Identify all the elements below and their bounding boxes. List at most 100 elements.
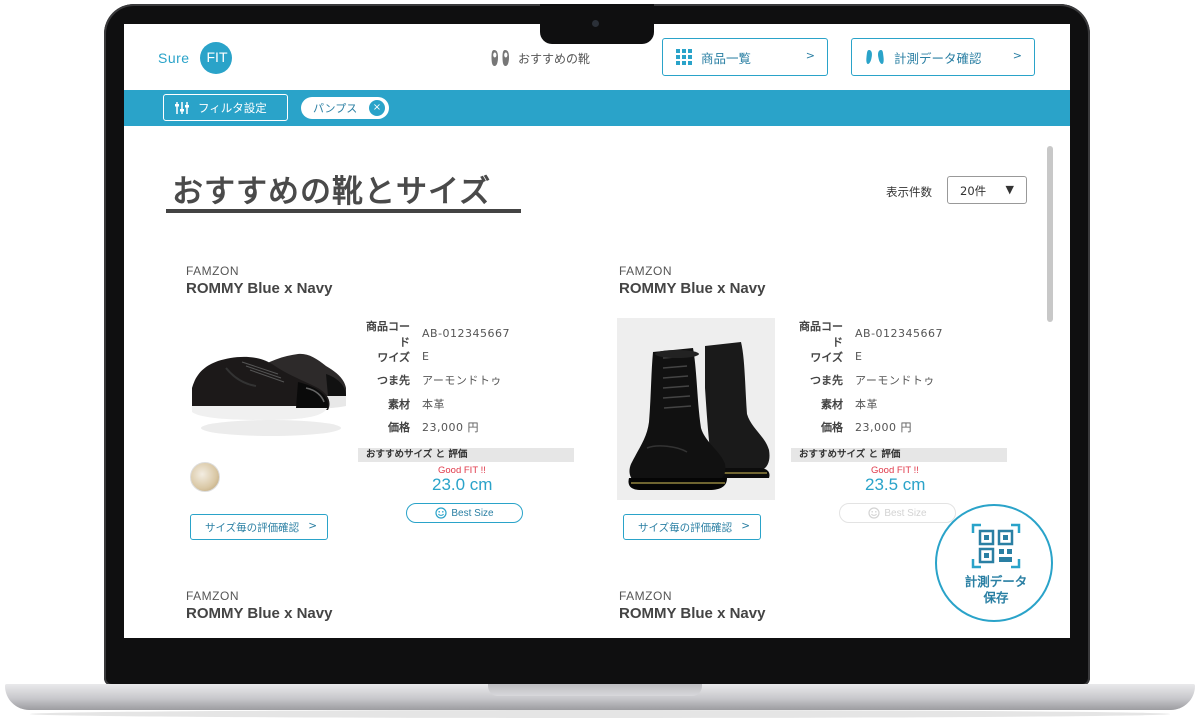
footprints-icon bbox=[866, 50, 884, 64]
chevron-right-icon: > bbox=[1012, 49, 1022, 62]
display-count-label: 表示件数 bbox=[886, 185, 932, 199]
spec-value: アーモンドトゥ bbox=[422, 374, 502, 388]
recommended-shoes-link[interactable]: おすすめの靴 bbox=[490, 46, 590, 70]
main-content: おすすめの靴とサイズ 表示件数 20件 ▼ FAMZON ROMMY Blue … bbox=[124, 126, 1070, 638]
title-underline bbox=[166, 209, 521, 213]
measurement-data-button[interactable]: 計測データ確認 > bbox=[851, 38, 1035, 76]
laptop-notch bbox=[540, 4, 654, 44]
chevron-right-icon: > bbox=[805, 49, 815, 62]
best-size-button[interactable]: Best Size bbox=[406, 503, 523, 523]
chevron-down-icon: ▼ bbox=[1005, 183, 1014, 196]
measurement-data-label: 計測データ確認 bbox=[894, 50, 982, 66]
filter-chip-label: パンプス bbox=[313, 102, 358, 115]
filter-chip-pumps: パンプス × bbox=[301, 97, 389, 119]
spec-row-material: 素材 本革 bbox=[356, 392, 596, 415]
product-card[interactable]: FAMZON ROMMY Blue x Navy bbox=[186, 264, 606, 540]
smile-icon bbox=[868, 507, 880, 519]
spec-row-price: 価格 23,000 円 bbox=[356, 415, 596, 438]
shoe-pair-icon bbox=[491, 50, 509, 66]
qr-code-icon bbox=[971, 523, 1021, 569]
grid-icon bbox=[676, 49, 692, 65]
qr-button-line2: 保存 bbox=[983, 590, 1009, 605]
recommendation-header: おすすめサイズ と 評価 bbox=[358, 448, 574, 462]
spec-key: 商品コード bbox=[366, 319, 410, 349]
color-swatch[interactable] bbox=[190, 462, 220, 492]
spec-value: 23,000 円 bbox=[422, 420, 479, 434]
sneaker-image[interactable] bbox=[186, 316, 346, 446]
product-list-label: 商品一覧 bbox=[701, 50, 752, 66]
close-icon[interactable]: × bbox=[369, 100, 385, 116]
app-screen: Sure FIT おすすめの靴 商品一覧 > 計測データ確認 > フィルタ設定 … bbox=[124, 24, 1070, 638]
filter-bar: フィルタ設定 パンプス × bbox=[124, 90, 1070, 126]
spec-row-width: ワイズ E bbox=[789, 345, 1029, 368]
product-name: ROMMY Blue x Navy bbox=[186, 605, 333, 622]
chevron-right-icon: > bbox=[741, 520, 750, 532]
spec-key: 価格 bbox=[821, 420, 843, 434]
spec-row-code: 商品コード AB-012345667 bbox=[789, 320, 1029, 349]
spec-value: 23,000 円 bbox=[855, 420, 912, 434]
product-name: ROMMY Blue x Navy bbox=[619, 280, 766, 297]
logo-badge-text: FIT bbox=[206, 49, 228, 65]
spec-value: アーモンドトゥ bbox=[855, 374, 935, 388]
chevron-right-icon: > bbox=[308, 520, 317, 532]
boot-image[interactable] bbox=[617, 318, 775, 500]
recommended-size: 23.0 cm bbox=[432, 475, 493, 494]
product-name: ROMMY Blue x Navy bbox=[186, 280, 333, 297]
best-size-label: Best Size bbox=[451, 507, 494, 519]
spec-key: 価格 bbox=[388, 420, 410, 434]
spec-value: E bbox=[422, 350, 430, 364]
spec-value: AB-012345667 bbox=[422, 327, 511, 341]
spec-row-toe: つま先 アーモンドトゥ bbox=[789, 369, 1029, 392]
brand-name: FAMZON bbox=[619, 264, 672, 278]
spec-key: ワイズ bbox=[377, 350, 410, 364]
smile-icon bbox=[435, 507, 447, 519]
laptop-mockup: Sure FIT おすすめの靴 商品一覧 > 計測データ確認 > フィルタ設定 … bbox=[0, 0, 1200, 726]
size-evaluation-button[interactable]: サイズ毎の評価確認 > bbox=[623, 514, 761, 540]
spec-row-code: 商品コード AB-012345667 bbox=[356, 320, 596, 349]
size-evaluation-label: サイズ毎の評価確認 bbox=[205, 521, 300, 534]
product-list-button[interactable]: 商品一覧 > bbox=[662, 38, 828, 76]
surefit-logo[interactable]: Sure FIT bbox=[158, 40, 238, 76]
spec-key: 商品コード bbox=[799, 319, 843, 349]
brand-name: FAMZON bbox=[186, 589, 239, 603]
size-evaluation-button[interactable]: サイズ毎の評価確認 > bbox=[190, 514, 328, 540]
brand-name: FAMZON bbox=[186, 264, 239, 278]
recommendation-header: おすすめサイズ と 評価 bbox=[791, 448, 1007, 462]
spec-row-toe: つま先 アーモンドトゥ bbox=[356, 369, 596, 392]
laptop-base-groove bbox=[488, 684, 702, 696]
display-count-value: 20件 bbox=[960, 184, 987, 198]
spec-value: E bbox=[855, 350, 863, 364]
qr-button-line1: 計測データ bbox=[964, 574, 1028, 589]
sliders-icon bbox=[175, 101, 189, 114]
scrollbar[interactable] bbox=[1047, 146, 1053, 322]
size-evaluation-label: サイズ毎の評価確認 bbox=[638, 521, 733, 534]
spec-row-width: ワイズ E bbox=[356, 345, 596, 368]
spec-value: 本革 bbox=[855, 397, 878, 411]
display-count-select[interactable]: 20件 ▼ bbox=[947, 176, 1027, 204]
spec-key: ワイズ bbox=[810, 350, 843, 364]
product-card[interactable]: FAMZON ROMMY Blue x Navy bbox=[617, 264, 1039, 540]
save-measurement-qr-button[interactable]: 計測データ 保存 bbox=[935, 504, 1053, 622]
spec-row-price: 価格 23,000 円 bbox=[789, 415, 1029, 438]
camera-icon bbox=[592, 20, 599, 27]
spec-value: AB-012345667 bbox=[855, 327, 944, 341]
spec-table: 商品コード AB-012345667 ワイズ E つま先 アーモンドトゥ 素材 本革 価… bbox=[789, 320, 1029, 438]
recommended-shoes-label: おすすめの靴 bbox=[518, 51, 591, 66]
qr-button-label: 計測データ 保存 bbox=[937, 574, 1055, 606]
spec-key: つま先 bbox=[377, 374, 410, 388]
spec-key: 素材 bbox=[821, 397, 843, 411]
recommended-size: 23.5 cm bbox=[865, 475, 926, 494]
product-card[interactable]: FAMZON ROMMY Blue x Navy bbox=[186, 589, 606, 622]
page-title: おすすめの靴とサイズ bbox=[172, 174, 492, 210]
spec-key: つま先 bbox=[810, 374, 843, 388]
filter-settings-button[interactable]: フィルタ設定 bbox=[163, 94, 288, 121]
spec-table: 商品コード AB-012345667 ワイズ E つま先 アーモンドトゥ 素材 本革 価… bbox=[356, 320, 596, 438]
best-size-button[interactable]: Best Size bbox=[839, 503, 956, 523]
spec-value: 本革 bbox=[422, 397, 445, 411]
spec-key: 素材 bbox=[388, 397, 410, 411]
spec-row-material: 素材 本革 bbox=[789, 392, 1029, 415]
filter-settings-label: フィルタ設定 bbox=[198, 100, 267, 115]
laptop-shadow bbox=[30, 710, 1170, 718]
logo-text: Sure bbox=[158, 50, 190, 66]
best-size-label: Best Size bbox=[884, 507, 927, 519]
